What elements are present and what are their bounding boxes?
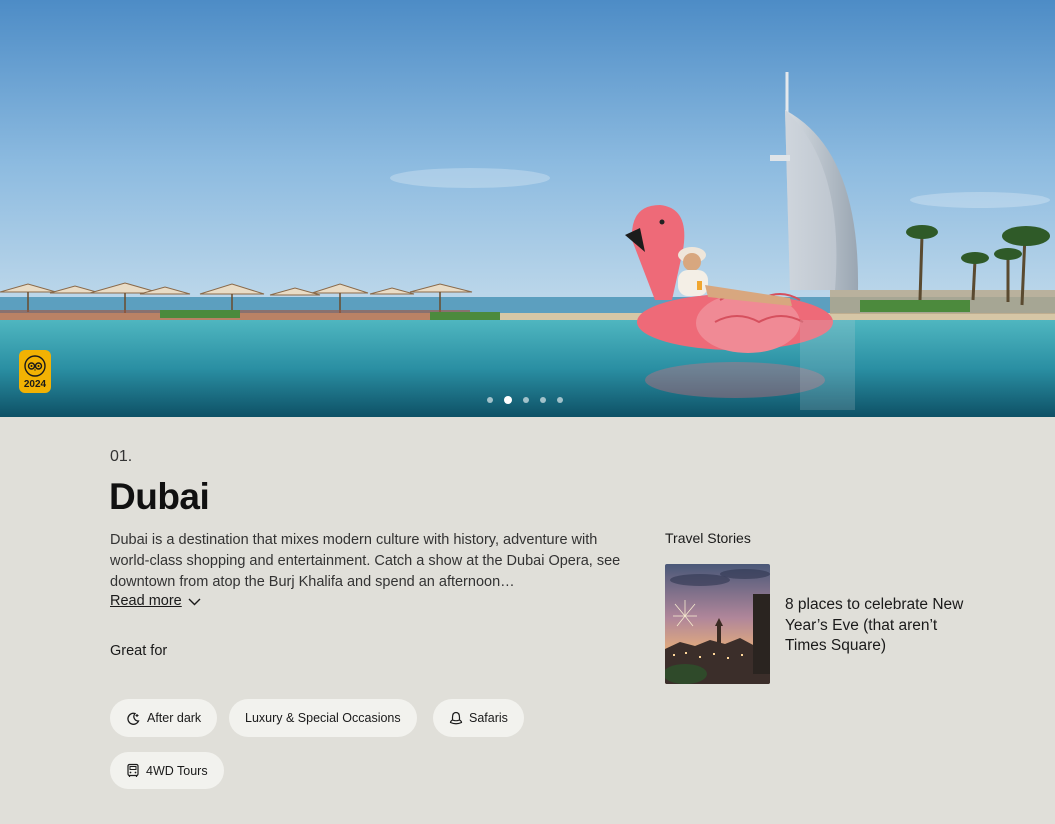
carousel-dot[interactable] bbox=[540, 397, 546, 403]
tag-label: After dark bbox=[147, 711, 202, 725]
tag-label: Safaris bbox=[469, 711, 508, 725]
tag-safaris[interactable]: Safaris bbox=[433, 699, 524, 737]
destination-title: Dubai bbox=[109, 476, 210, 517]
read-more-label: Read more bbox=[110, 593, 182, 609]
destination-description: Dubai is a destination that mixes modern… bbox=[110, 532, 621, 590]
story-photo bbox=[665, 564, 770, 684]
carousel-dot[interactable] bbox=[557, 397, 563, 403]
hero-image[interactable]: 2024 bbox=[0, 0, 1055, 417]
tag-label: Luxury & Special Occasions bbox=[245, 711, 401, 725]
carousel-pagination bbox=[487, 396, 563, 404]
travel-stories-heading: Travel Stories bbox=[665, 530, 751, 546]
destination-rank: 01. bbox=[110, 448, 133, 465]
hero-photo bbox=[0, 0, 1055, 417]
safari-hat-icon bbox=[449, 711, 463, 724]
award-year: 2024 bbox=[23, 379, 47, 390]
story-title-link[interactable]: 8 places to celebrate New Year’s Eve (th… bbox=[785, 595, 970, 657]
great-for-heading: Great for bbox=[110, 643, 168, 659]
tag-label: 4WD Tours bbox=[146, 763, 208, 778]
vehicle-icon bbox=[127, 763, 139, 777]
moon-star-icon bbox=[127, 712, 140, 725]
carousel-dot-active[interactable] bbox=[504, 396, 512, 404]
owl-icon bbox=[24, 355, 46, 377]
carousel-dot[interactable] bbox=[523, 397, 529, 403]
tag-4wd-tours[interactable]: 4WD Tours bbox=[110, 752, 224, 789]
read-more-link[interactable]: Read more bbox=[110, 593, 201, 609]
tag-luxury-special-occasions[interactable]: Luxury & Special Occasions bbox=[229, 699, 417, 737]
story-thumbnail[interactable] bbox=[665, 564, 770, 684]
tag-after-dark[interactable]: After dark bbox=[110, 699, 218, 737]
travellers-choice-award-badge: 2024 bbox=[19, 350, 51, 393]
chevron-down-icon bbox=[188, 598, 201, 605]
carousel-dot[interactable] bbox=[487, 397, 493, 403]
